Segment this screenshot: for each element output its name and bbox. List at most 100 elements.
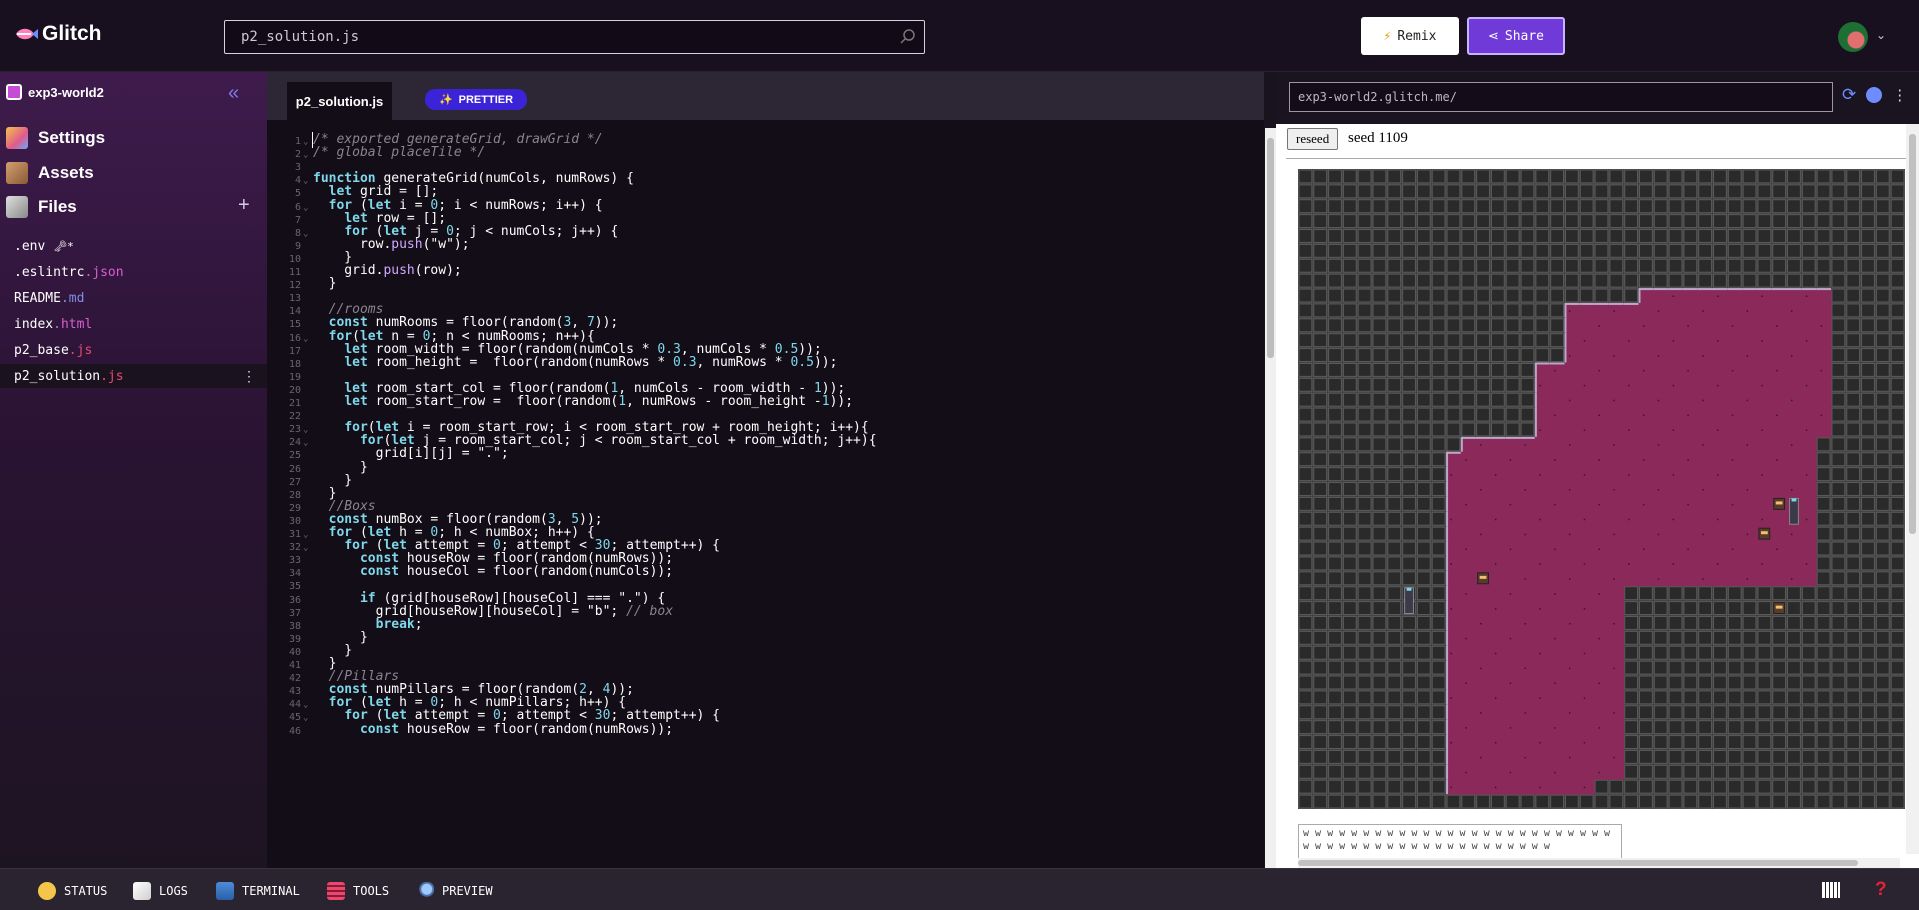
wall-tile: [1313, 229, 1328, 243]
wall-tile: [1831, 779, 1846, 794]
logs-button[interactable]: LOGS: [133, 882, 188, 900]
pause-icon[interactable]: [1866, 87, 1883, 103]
wall-tile: [1831, 184, 1846, 199]
wall-tile: [1416, 601, 1431, 616]
floor-tile: [1668, 347, 1684, 363]
floor-tile: [1564, 436, 1580, 453]
editor-scrollbar[interactable]: [1265, 128, 1276, 868]
sidebar-item-assets[interactable]: Assets: [6, 162, 94, 184]
remix-button[interactable]: ⚡ Remix: [1361, 17, 1459, 55]
scrollbar-thumb[interactable]: [1909, 134, 1916, 534]
floor-tile: [1653, 362, 1669, 378]
preview-scrollbar[interactable]: [1906, 124, 1919, 854]
tab-p2-solution[interactable]: p2_solution.js: [287, 82, 392, 120]
file-item-eslintrc[interactable]: .eslintrc.json: [14, 265, 124, 280]
preview-url-input[interactable]: exp3-world2.glitch.me/: [1289, 82, 1833, 112]
fold-chevron-icon[interactable]: ⌄: [303, 710, 308, 726]
scrollbar-thumb[interactable]: [1267, 138, 1274, 358]
fold-chevron-icon[interactable]: ⌄: [303, 173, 308, 189]
wall-tile: [1624, 779, 1639, 794]
file-item-p2-solution[interactable]: p2_solution.js: [14, 369, 124, 384]
refresh-icon[interactable]: ⟳: [1842, 85, 1856, 105]
more-options-icon[interactable]: ⋮: [1892, 86, 1907, 104]
floor-tile: [1579, 451, 1595, 468]
wall-tile: [1387, 794, 1402, 809]
avatar[interactable]: [1838, 22, 1868, 52]
wall-tile: [1875, 273, 1890, 288]
fold-chevron-icon[interactable]: ⌄: [303, 331, 308, 347]
floor-tile: [1608, 377, 1625, 393]
fold-chevron-icon[interactable]: ⌄: [303, 435, 308, 451]
wall-tile: [1535, 243, 1550, 258]
preview-button[interactable]: PREVIEW: [416, 882, 493, 900]
floor-tile: [1638, 570, 1654, 587]
floor-tile: [1534, 466, 1551, 483]
wall-tile: [1461, 273, 1476, 288]
share-icon: ⋖: [1487, 28, 1499, 44]
wall-tile: [1742, 749, 1757, 764]
wall-tile: [1609, 199, 1624, 214]
tools-button[interactable]: TOOLS: [327, 882, 389, 900]
floor-tile: [1712, 407, 1728, 423]
fold-chevron-icon[interactable]: ⌄: [303, 200, 308, 216]
file-item-index[interactable]: index.html: [14, 317, 92, 332]
wall-tile: [1890, 348, 1905, 362]
wall-tile: [1461, 362, 1476, 377]
wall-tile: [1831, 705, 1846, 720]
glitch-logo[interactable]: Glitch: [14, 22, 102, 46]
file-item-env[interactable]: .env 🗝*: [14, 239, 74, 254]
wall-tile: [1298, 273, 1313, 288]
file-item-p2-base[interactable]: p2_base.js: [14, 343, 92, 358]
floor-tile: [1520, 555, 1536, 572]
wall-tile: [1535, 794, 1550, 809]
reseed-button[interactable]: reseed: [1287, 128, 1339, 150]
floor-tile: [1608, 734, 1625, 750]
file-options-icon[interactable]: ⋮: [242, 368, 256, 385]
fold-chevron-icon[interactable]: ⌄: [303, 147, 308, 163]
game-canvas[interactable]: [1298, 169, 1905, 809]
terminal-button[interactable]: TERMINAL: [216, 882, 300, 900]
floor-tile: [1564, 749, 1580, 765]
fold-chevron-icon[interactable]: ⌄: [303, 226, 308, 242]
share-button[interactable]: ⋖ Share: [1467, 17, 1565, 55]
project-name[interactable]: exp3-world2: [6, 84, 104, 100]
chevron-down-icon[interactable]: ⌄: [1876, 28, 1886, 42]
wall-tile: [1772, 184, 1787, 199]
sidebar-item-settings[interactable]: Settings: [6, 127, 105, 149]
sidebar-item-files[interactable]: Files: [6, 196, 77, 218]
wall-tile: [1579, 169, 1594, 184]
floor-tile: [1594, 555, 1610, 572]
wall-tile: [1372, 303, 1387, 318]
code-area[interactable]: 1 ⌄/* exported generateGrid, drawGrid */2…: [267, 130, 1247, 868]
floor-tile: [1712, 555, 1728, 572]
preview-horizontal-scrollbar[interactable]: [1298, 858, 1900, 868]
floor-tile: [1756, 377, 1773, 393]
floor-tile: [1475, 496, 1491, 512]
wall-tile: [1550, 199, 1564, 214]
floor-tile: [1534, 407, 1551, 423]
wall-tile: [1476, 377, 1490, 392]
status-button[interactable]: STATUS: [38, 882, 107, 900]
file-name: p2_solution: [14, 369, 101, 384]
wall-tile: [1683, 764, 1698, 779]
wall-tile: [1387, 764, 1402, 779]
piano-icon[interactable]: [1822, 882, 1840, 898]
wall-tile: [1861, 749, 1875, 764]
file-item-readme[interactable]: README.md: [14, 291, 84, 306]
wall-tile: [1831, 362, 1846, 377]
wall-tile: [1416, 735, 1431, 749]
collapse-sidebar-icon[interactable]: «: [228, 82, 239, 105]
floor-tile: [1756, 288, 1773, 304]
search-input[interactable]: p2_solution.js: [224, 20, 925, 54]
help-button[interactable]: ?: [1875, 879, 1887, 901]
wall-tile: [1402, 690, 1416, 705]
fold-chevron-icon[interactable]: ⌄: [303, 540, 308, 556]
prettier-button[interactable]: ✨ PRETTIER: [425, 89, 527, 110]
wall-tile: [1387, 452, 1402, 467]
wall-tile: [1787, 660, 1801, 675]
wall-tile: [1801, 645, 1816, 660]
add-file-button[interactable]: +: [238, 194, 250, 217]
wall-tile: [1402, 764, 1416, 779]
wall-tile: [1446, 437, 1461, 452]
scrollbar-thumb[interactable]: [1298, 860, 1858, 866]
